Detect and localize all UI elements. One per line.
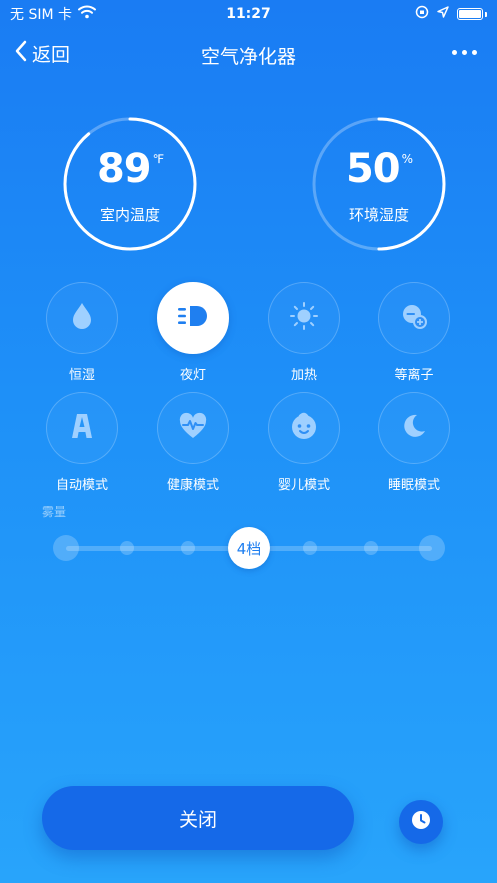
mode-button-circle[interactable] <box>268 282 340 354</box>
power-off-button[interactable]: 关闭 <box>42 786 354 850</box>
mode-constant-humidity[interactable]: 恒湿 <box>32 282 132 383</box>
mist-label: 雾量 <box>42 505 67 519</box>
page-title: 空气净化器 <box>200 45 296 68</box>
mode-button-circle[interactable] <box>46 392 118 464</box>
slider-step-dot[interactable] <box>303 541 317 555</box>
temperature-unit: ℉ <box>152 152 164 166</box>
moon-icon <box>400 412 428 444</box>
more-button[interactable] <box>452 42 477 63</box>
status-bar: 无 SIM 卡 11:27 <box>0 0 497 28</box>
chevron-left-icon <box>14 40 28 67</box>
mist-level-slider[interactable]: 4档 <box>53 527 445 569</box>
carrier-text: 无 SIM 卡 <box>10 7 72 23</box>
mode-auto[interactable]: 自动模式 <box>32 392 132 493</box>
slider-step-dot[interactable] <box>364 541 378 555</box>
mode-label: 夜灯 <box>179 368 206 383</box>
status-left: 无 SIM 卡 <box>10 4 96 24</box>
clock-icon <box>411 810 431 834</box>
status-right <box>415 5 487 23</box>
more-dot <box>452 50 457 55</box>
heart-pulse-icon <box>178 412 208 444</box>
humidity-value-wrap: 50% <box>311 146 447 192</box>
timer-button[interactable] <box>399 800 443 844</box>
slider-step-dot[interactable] <box>53 535 79 561</box>
mode-label: 婴儿模式 <box>277 478 330 493</box>
nav-bar: 返回 空气净化器 <box>0 32 497 78</box>
mode-button-circle[interactable] <box>157 282 229 354</box>
more-dot <box>472 50 477 55</box>
mode-button-circle[interactable] <box>46 282 118 354</box>
mode-label: 健康模式 <box>166 478 219 493</box>
mode-health[interactable]: 健康模式 <box>143 392 243 493</box>
back-button[interactable]: 返回 <box>14 40 70 67</box>
temperature-value-wrap: 89 ℉ <box>62 146 198 192</box>
back-label: 返回 <box>32 44 71 66</box>
mode-button-circle[interactable] <box>157 392 229 464</box>
mode-button-circle[interactable] <box>378 392 450 464</box>
humidity-unit: % <box>401 152 413 166</box>
mode-heating[interactable]: 加热 <box>254 282 354 383</box>
mode-sleep[interactable]: 睡眠模式 <box>364 392 464 493</box>
slider-step-dot[interactable] <box>181 541 195 555</box>
water-drop-icon <box>69 301 95 335</box>
plasma-icon <box>399 301 429 335</box>
mode-label: 睡眠模式 <box>387 478 440 493</box>
mode-label: 等离子 <box>394 368 434 383</box>
mode-label: 自动模式 <box>55 478 108 493</box>
humidity-gauge: 50% 环境湿度 <box>311 116 447 252</box>
mode-plasma[interactable]: 等离子 <box>364 282 464 383</box>
mode-button-circle[interactable] <box>268 392 340 464</box>
night-light-icon <box>177 304 209 332</box>
sun-icon <box>289 301 319 335</box>
slider-step-dot[interactable] <box>120 541 134 555</box>
mode-button-circle[interactable] <box>378 282 450 354</box>
auto-a-icon <box>70 412 94 444</box>
battery-icon <box>457 8 483 20</box>
battery-tip <box>485 11 487 17</box>
wifi-icon <box>78 5 96 23</box>
temperature-gauge: 89 ℉ 室内温度 <box>62 116 198 252</box>
humidity-value: 50 <box>345 146 401 192</box>
slider-thumb[interactable]: 4档 <box>228 527 270 569</box>
orientation-lock-icon <box>415 5 429 23</box>
more-dot <box>462 50 467 55</box>
location-icon <box>437 6 449 22</box>
mode-baby[interactable]: 婴儿模式 <box>254 392 354 493</box>
temperature-label: 室内温度 <box>99 206 160 224</box>
temperature-value: 89 <box>96 146 152 192</box>
mode-label: 加热 <box>290 368 317 383</box>
slider-step-dot[interactable] <box>419 535 445 561</box>
humidity-label: 环境湿度 <box>348 206 409 224</box>
mode-night-light[interactable]: 夜灯 <box>143 282 243 383</box>
baby-face-icon <box>289 411 319 445</box>
mode-label: 恒湿 <box>68 368 95 383</box>
